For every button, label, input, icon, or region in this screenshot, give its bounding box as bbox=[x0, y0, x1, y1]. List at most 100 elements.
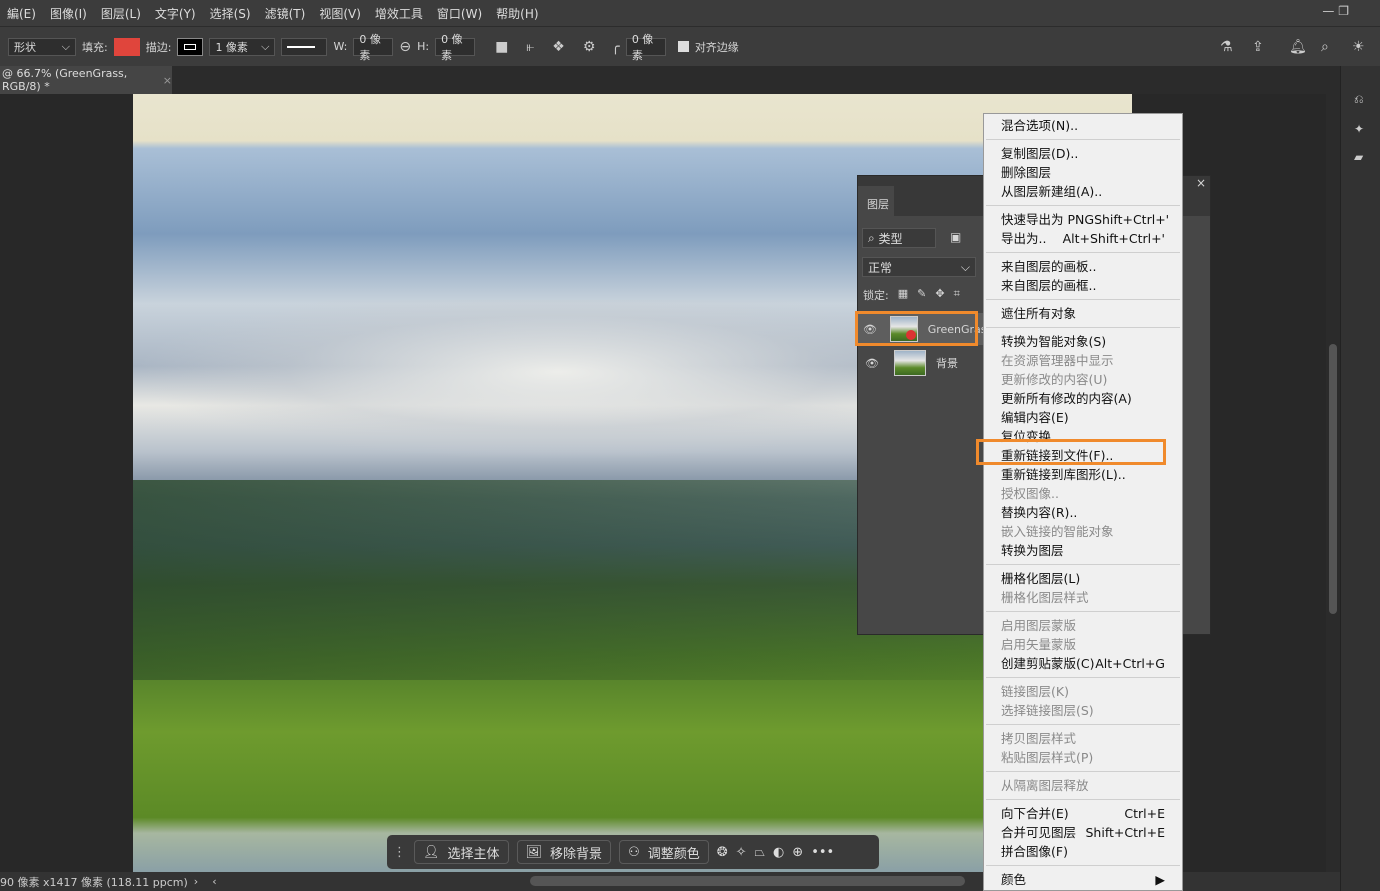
menu-2[interactable]: 图层(L) bbox=[94, 5, 148, 22]
context-menu-item[interactable]: 导出为.. Alt+Shift+Ctrl+' bbox=[984, 229, 1182, 248]
search-icon[interactable]: ⌕ bbox=[1321, 39, 1329, 55]
stroke-width-input[interactable]: 1 像素 ⌵ bbox=[209, 37, 276, 56]
contrast-icon[interactable]: ◐ bbox=[773, 845, 784, 860]
context-menu-item[interactable]: 颜色 ▶ bbox=[984, 870, 1182, 889]
adjust-color-button[interactable]: ⚇ 调整颜色 bbox=[619, 840, 709, 864]
layer-row-background[interactable]: 👁︎ 背景 bbox=[858, 347, 983, 379]
fill-swatch[interactable] bbox=[113, 37, 140, 56]
transform-icon[interactable]: ⏢ bbox=[755, 845, 765, 860]
gear-icon[interactable]: ⚙ bbox=[583, 39, 596, 55]
layers-tab[interactable]: 图层 bbox=[858, 186, 894, 216]
menu-item-label: 拷贝图层样式 bbox=[1001, 731, 1077, 746]
context-menu-item[interactable]: 复制图层(D).. bbox=[984, 144, 1182, 163]
lock-transparency-icon[interactable]: ▦ bbox=[898, 287, 908, 303]
context-menu-item[interactable]: 删除图层 bbox=[984, 163, 1182, 182]
menu-item-label: 粘贴图层样式(P) bbox=[1001, 750, 1094, 765]
menu-5[interactable]: 滤镜(T) bbox=[258, 5, 313, 22]
comment-icon[interactable]: ▰ bbox=[1354, 150, 1363, 164]
scroll-thumb[interactable] bbox=[1329, 344, 1337, 614]
menu-item-label: 转换为图层 bbox=[1001, 543, 1064, 558]
path-alignment-icon[interactable]: ⫦ bbox=[526, 39, 534, 55]
context-menu-item[interactable]: 向下合并(E) Ctrl+E bbox=[984, 804, 1182, 823]
image-filter-icon[interactable]: ▣ bbox=[950, 230, 961, 244]
context-menu-item[interactable]: 更新所有修改的内容(A) bbox=[984, 389, 1182, 408]
menu-1[interactable]: 图像(I) bbox=[43, 5, 94, 22]
menu-3[interactable]: 文字(Y) bbox=[148, 5, 203, 22]
eye-icon[interactable]: 👁︎ bbox=[858, 357, 886, 370]
blend-mode-select[interactable]: 正常 ⌵ bbox=[862, 257, 976, 277]
document-tab-bar bbox=[0, 66, 1340, 94]
path-arrangement-icon[interactable]: ❖ bbox=[552, 39, 565, 55]
shape-mode-select[interactable]: 形状 ⌵ bbox=[8, 37, 76, 56]
add-shape-icon[interactable]: ⊕ bbox=[792, 845, 803, 860]
context-menu-item[interactable]: 替换内容(R).. bbox=[984, 503, 1182, 522]
menu-item-label: 删除图层 bbox=[1001, 165, 1052, 180]
document-tab[interactable]: @ 66.7% (GreenGrass, RGB/8) * × bbox=[0, 66, 172, 94]
horizontal-scroll-thumb[interactable] bbox=[530, 876, 965, 886]
menu-separator bbox=[986, 139, 1180, 140]
menu-8[interactable]: 窗口(W) bbox=[430, 5, 489, 22]
more-options-button[interactable]: ••• bbox=[811, 845, 834, 860]
beaker-icon[interactable]: ⚗ bbox=[1220, 39, 1233, 55]
context-menu-item[interactable]: 从图层新建组(A).. bbox=[984, 182, 1182, 201]
menu-item-label: 遮住所有对象 bbox=[1001, 306, 1077, 321]
stroke-swatch[interactable] bbox=[177, 37, 204, 56]
bell-icon[interactable]: 🔔︎ bbox=[1289, 39, 1307, 55]
context-menu-item[interactable]: 创建剪贴蒙版(C) Alt+Ctrl+G bbox=[984, 654, 1182, 673]
menu-9[interactable]: 帮助(H) bbox=[489, 5, 545, 22]
menu-item-label: 混合选项(N).. bbox=[1001, 118, 1079, 133]
layer-filter-value: 类型 bbox=[878, 231, 903, 246]
context-menu-item[interactable]: 遮住所有对象 bbox=[984, 304, 1182, 323]
height-input[interactable]: 0 像素 bbox=[435, 33, 476, 62]
lock-paint-icon[interactable]: ✎ bbox=[917, 287, 926, 303]
corner-radius-input[interactable]: 0 像素 bbox=[625, 33, 666, 62]
context-menu-item: 授权图像.. bbox=[984, 484, 1182, 503]
context-menu-item[interactable]: 拼合图像(F) bbox=[984, 842, 1182, 861]
context-menu-item[interactable]: 来自图层的画框.. bbox=[984, 276, 1182, 295]
close-panel-icon[interactable]: × bbox=[1196, 176, 1206, 190]
menu-7[interactable]: 增效工具 bbox=[368, 5, 430, 22]
lightbulb-icon[interactable]: ☀ bbox=[1352, 39, 1365, 55]
menu-4[interactable]: 选择(S) bbox=[203, 5, 258, 22]
menu-separator bbox=[986, 252, 1180, 253]
fill-label: 填充: bbox=[82, 40, 108, 54]
menu-item-shortcut: ▶ bbox=[1155, 872, 1165, 887]
status-menu-arrow[interactable]: › bbox=[194, 875, 198, 888]
path-operations-icon[interactable]: ■ bbox=[495, 39, 508, 55]
magic-icon[interactable]: ✦ bbox=[1354, 122, 1364, 136]
contextual-task-bar: ⋮ 👤︎ 选择主体 🖼︎ 移除背景 ⚇ 调整颜色 ❂ ✧ ⏢ ◐ ⊕ ••• bbox=[387, 835, 879, 869]
context-menu-item[interactable]: 转换为图层 bbox=[984, 541, 1182, 560]
context-menu-item[interactable]: 混合选项(N).. bbox=[984, 116, 1182, 135]
close-tab-icon[interactable]: × bbox=[163, 74, 172, 87]
generative-icon[interactable]: ❂ bbox=[717, 845, 728, 860]
remove-background-button[interactable]: 🖼︎ 移除背景 bbox=[516, 840, 612, 864]
share-icon[interactable]: ⇪ bbox=[1252, 39, 1264, 55]
context-menu-item[interactable]: 合并可见图层 Shift+Ctrl+E bbox=[984, 823, 1182, 842]
vertical-scrollbar[interactable] bbox=[1326, 94, 1340, 872]
context-menu-item[interactable]: 快速导出为 PNG Shift+Ctrl+' bbox=[984, 210, 1182, 229]
image-icon: 🖼︎ bbox=[525, 844, 543, 860]
layer-thumbnail bbox=[894, 350, 926, 376]
sparkle-icon[interactable]: ✧ bbox=[736, 845, 747, 860]
context-menu-item[interactable]: 栅格化图层(L) bbox=[984, 569, 1182, 588]
scroll-left-arrow[interactable]: ‹ bbox=[212, 875, 216, 888]
history-icon[interactable]: ⎌ bbox=[1354, 92, 1364, 107]
width-input[interactable]: 0 像素 bbox=[353, 33, 394, 62]
context-menu-item[interactable]: 来自图层的画板.. bbox=[984, 257, 1182, 276]
context-menu-item[interactable]: 编辑内容(E) bbox=[984, 408, 1182, 427]
select-subject-button[interactable]: 👤︎ 选择主体 bbox=[414, 840, 509, 864]
align-edges-checkbox[interactable] bbox=[677, 41, 689, 52]
drag-handle[interactable]: ⋮ bbox=[393, 845, 406, 860]
window-controls[interactable]: — ❐ bbox=[1315, 4, 1356, 18]
lock-artboard-icon[interactable]: ⌗ bbox=[954, 287, 960, 303]
link-icon[interactable]: ⊖ bbox=[399, 39, 411, 55]
menu-item-label: 启用图层蒙版 bbox=[1001, 618, 1077, 633]
menu-item-label: 来自图层的画板.. bbox=[1001, 259, 1097, 274]
lock-position-icon[interactable]: ✥ bbox=[935, 287, 944, 303]
layer-filter-select[interactable]: ⌕ 类型 bbox=[862, 228, 936, 248]
context-menu-item[interactable]: 转换为智能对象(S) bbox=[984, 332, 1182, 351]
menu-0[interactable]: 編(E) bbox=[0, 5, 43, 22]
context-menu-item[interactable]: 重新链接到库图形(L).. bbox=[984, 465, 1182, 484]
stroke-type-select[interactable] bbox=[281, 37, 328, 56]
menu-6[interactable]: 视图(V) bbox=[312, 5, 368, 22]
